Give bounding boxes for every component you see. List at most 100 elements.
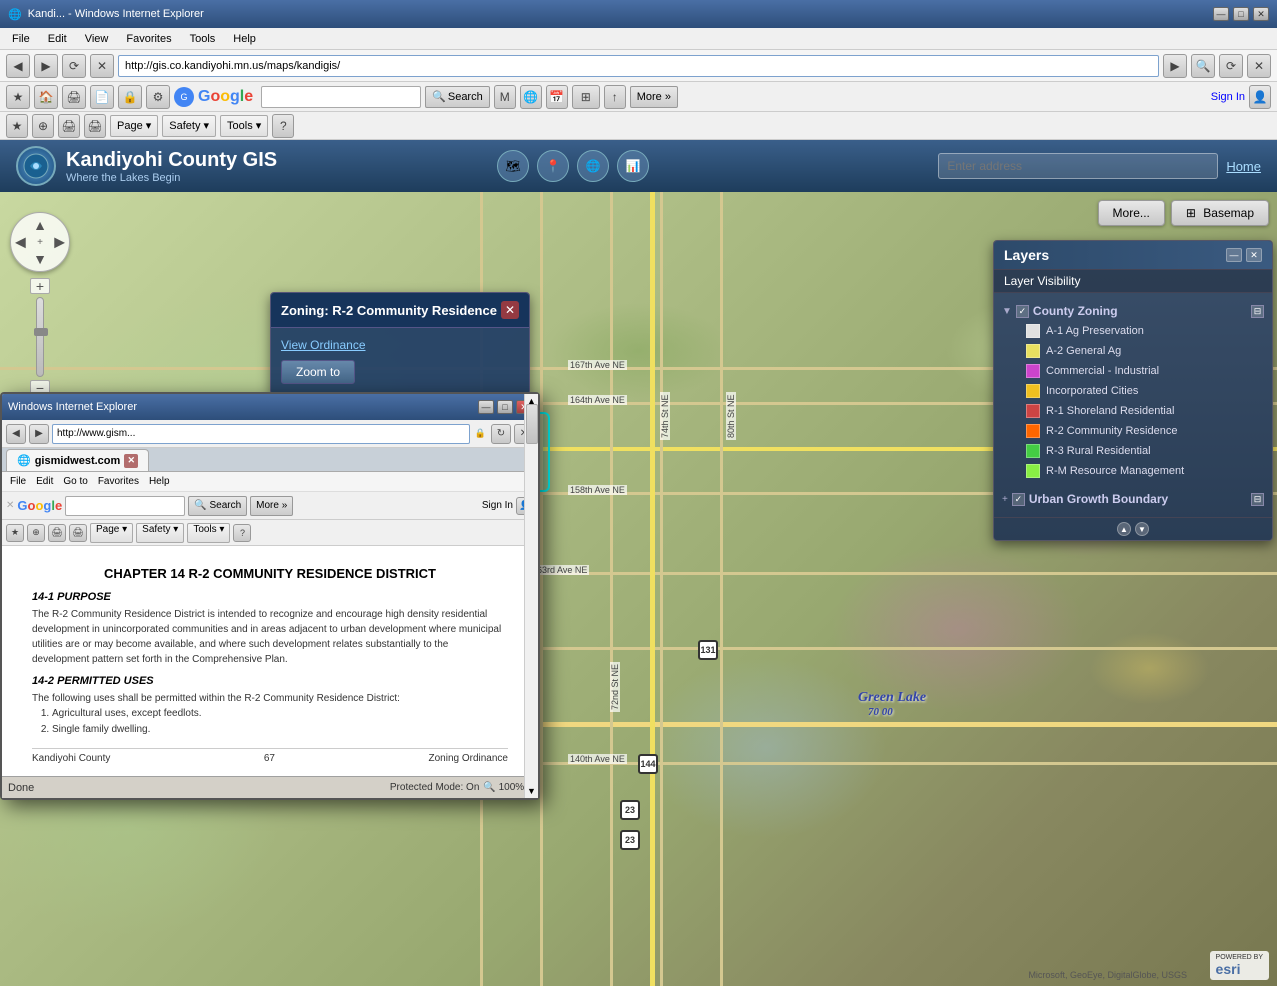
header-icon-3[interactable]: 🌐 (577, 150, 609, 182)
inner-page-menu[interactable]: Page ▾ (90, 523, 133, 543)
layer-group-header-ugb[interactable]: + ✓ Urban Growth Boundary ⊟ (1002, 489, 1264, 509)
globe-icon[interactable]: 🌐 (520, 85, 542, 109)
forward-button[interactable]: ▶ (34, 54, 58, 78)
reload-button[interactable]: ⟳ (62, 54, 86, 78)
inner-menu-favorites[interactable]: Favorites (94, 476, 143, 487)
stop-icon[interactable]: ✕ (1247, 54, 1271, 78)
inner-safety-menu[interactable]: Safety ▾ (136, 523, 184, 543)
print2-button[interactable]: 🖨 (58, 114, 80, 138)
safety-menu-button[interactable]: Safety ▾ (162, 115, 216, 137)
pan-up[interactable]: ▲ (33, 217, 47, 233)
inner-minimize-button[interactable]: — (478, 400, 494, 414)
inner-search-button[interactable]: 🔍 Search (188, 496, 247, 516)
account-icon[interactable]: 👤 (1249, 85, 1271, 109)
inner-tab-close[interactable]: ✕ (124, 454, 138, 468)
scroll-thumb[interactable] (526, 404, 538, 444)
inner-back-button[interactable]: ◀ (6, 424, 26, 444)
share-icon[interactable]: ↑ (604, 85, 626, 109)
more-apps-icon[interactable]: ⊞ (572, 85, 600, 109)
inner-tools-menu[interactable]: Tools ▾ (187, 523, 230, 543)
layer-group-header-county-zoning[interactable]: ▼ ✓ County Zoning ⊟ (1002, 301, 1264, 321)
zoom-in-button[interactable]: + (30, 278, 50, 294)
inner-maximize-button[interactable]: □ (497, 400, 513, 414)
layers-close-button[interactable]: ✕ (1246, 248, 1262, 262)
sign-in-link[interactable]: Sign In (1211, 91, 1245, 103)
favorites-button[interactable]: ★ (6, 85, 30, 109)
google-search-button[interactable]: 🔍 Search (425, 86, 490, 108)
inner-menu-help[interactable]: Help (145, 476, 174, 487)
inner-signin-link[interactable]: Sign In (482, 500, 513, 511)
ugb-checkbox[interactable]: ✓ (1012, 493, 1025, 506)
zoom-slider-track[interactable] (36, 297, 44, 377)
ugb-config-btn[interactable]: ⊟ (1251, 493, 1264, 506)
menu-edit[interactable]: Edit (40, 31, 75, 47)
pan-down[interactable]: ▼ (33, 251, 47, 267)
zoom-to-button[interactable]: Zoom to (281, 360, 355, 384)
inner-help-button[interactable]: ? (233, 524, 251, 542)
calendar-icon[interactable]: 📅 (546, 85, 568, 109)
menu-view[interactable]: View (77, 31, 117, 47)
print-button[interactable]: 🖨 (62, 85, 86, 109)
menu-help[interactable]: Help (225, 31, 264, 47)
inner-forward-button[interactable]: ▶ (29, 424, 49, 444)
page-menu-button[interactable]: Page ▾ (110, 115, 158, 137)
home-nav-button[interactable]: 🏠 (34, 85, 58, 109)
app-address-input[interactable] (938, 153, 1218, 179)
tools-menu-button[interactable]: Tools ▾ (220, 115, 268, 137)
header-icon-2[interactable]: 📍 (537, 150, 569, 182)
zoom-slider-thumb[interactable] (34, 328, 48, 336)
header-icon-1[interactable]: 🗺 (497, 150, 529, 182)
scroll-down-arrow[interactable]: ▼ (525, 784, 538, 798)
inner-google-search[interactable] (65, 496, 185, 516)
fav-star-button[interactable]: ★ (6, 114, 28, 138)
go-button[interactable]: ▶ (1163, 54, 1187, 78)
layers-scroll-down[interactable]: ▼ (1135, 522, 1149, 536)
inner-scrollbar[interactable]: ▲ ▼ (524, 394, 538, 798)
inner-print-button[interactable]: 🖨 (48, 524, 66, 542)
pan-right[interactable]: ▶ (54, 234, 65, 251)
compass-rose[interactable]: ▲ ▼ ◀ ▶ + (10, 212, 70, 272)
inner-favstar-button[interactable]: ★ (6, 524, 24, 542)
inner-more-button[interactable]: More » (250, 496, 293, 516)
home-link[interactable]: Home (1226, 159, 1261, 174)
view-ordinance-link[interactable]: View Ordinance (281, 338, 519, 352)
map-container[interactable]: 131 23 23 144 Green Lake 70 00 167th Ave… (0, 192, 1277, 986)
inner-menu-goto[interactable]: Go to (59, 476, 91, 487)
inner-tab-gismidwest[interactable]: 🌐 gismidwest.com ✕ (6, 449, 149, 471)
back-button[interactable]: ◀ (6, 54, 30, 78)
pan-left[interactable]: ◀ (15, 234, 26, 251)
page-button[interactable]: 📄 (90, 85, 114, 109)
safety-button[interactable]: 🔒 (118, 85, 142, 109)
inner-print2-button[interactable]: 🖨 (69, 524, 87, 542)
google-search-input[interactable] (261, 86, 421, 108)
print3-button[interactable]: 🖨 (84, 114, 106, 138)
layers-minimize-button[interactable]: — (1226, 248, 1242, 262)
layers-scroll-up[interactable]: ▲ (1117, 522, 1131, 536)
inner-rss-button[interactable]: ⊕ (27, 524, 45, 542)
basemap-btn[interactable]: ⊞ Basemap (1171, 200, 1269, 226)
inner-reload-button[interactable]: ↻ (491, 424, 511, 444)
menu-file[interactable]: File (4, 31, 38, 47)
more-button[interactable]: More » (630, 86, 678, 108)
maximize-button[interactable]: □ (1233, 7, 1249, 21)
menu-favorites[interactable]: Favorites (118, 31, 179, 47)
inner-menu-edit[interactable]: Edit (32, 476, 57, 487)
popup-close-button[interactable]: ✕ (501, 301, 519, 319)
header-icon-4[interactable]: 📊 (617, 150, 649, 182)
inner-close-x[interactable]: ✕ (6, 500, 14, 511)
stop-button[interactable]: ✕ (90, 54, 114, 78)
tools-button[interactable]: ⚙ (146, 85, 170, 109)
inner-address-bar[interactable] (52, 424, 470, 444)
close-button[interactable]: ✕ (1253, 7, 1269, 21)
help-button[interactable]: ? (272, 114, 294, 138)
address-bar[interactable] (118, 55, 1159, 77)
county-zoning-config-btn[interactable]: ⊟ (1251, 305, 1264, 318)
county-zoning-checkbox[interactable]: ✓ (1016, 305, 1029, 318)
inner-menu-file[interactable]: File (6, 476, 30, 487)
more-btn[interactable]: More... (1098, 200, 1165, 226)
rss-button[interactable]: ⊕ (32, 114, 54, 138)
gmail-icon[interactable]: M (494, 85, 516, 109)
menu-tools[interactable]: Tools (182, 31, 224, 47)
refresh-icon[interactable]: ⟳ (1219, 54, 1243, 78)
search-icon[interactable]: 🔍 (1191, 54, 1215, 78)
